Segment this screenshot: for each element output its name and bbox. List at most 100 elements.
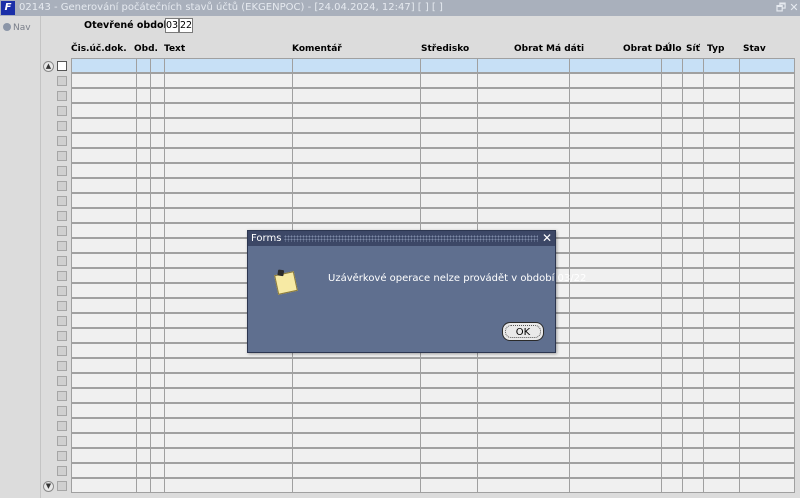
cell-comment[interactable] [292,358,421,373]
cell-extra[interactable] [150,88,165,103]
cell-typ[interactable] [703,58,740,73]
cell-stav[interactable] [739,73,795,88]
cell-sit[interactable] [682,283,704,298]
cell-typ[interactable] [703,298,740,313]
sidebar-item-nav[interactable]: Nav [3,23,31,33]
cell-text[interactable] [164,208,293,223]
cell-stav[interactable] [739,238,795,253]
cell-doc[interactable] [71,388,137,403]
cell-ulo[interactable] [661,388,683,403]
cell-typ[interactable] [703,163,740,178]
cell-ulo[interactable] [661,373,683,388]
table-row[interactable] [71,88,795,103]
cell-debit[interactable] [477,388,570,403]
cell-doc[interactable] [71,313,137,328]
cell-stav[interactable] [739,268,795,283]
cell-comment[interactable] [292,433,421,448]
cell-debit[interactable] [477,88,570,103]
cell-stav[interactable] [739,103,795,118]
cell-comment[interactable] [292,178,421,193]
cell-obd[interactable] [136,328,151,343]
cell-doc[interactable] [71,148,137,163]
cell-typ[interactable] [703,118,740,133]
table-row[interactable] [71,433,795,448]
cell-typ[interactable] [703,88,740,103]
cell-text[interactable] [164,148,293,163]
cell-obd[interactable] [136,478,151,493]
cell-doc[interactable] [71,433,137,448]
row-select-checkbox[interactable] [57,166,67,176]
cell-doc[interactable] [71,448,137,463]
cell-debit[interactable] [477,463,570,478]
cell-sit[interactable] [682,118,704,133]
table-row[interactable] [71,193,795,208]
row-select-checkbox[interactable] [57,91,67,101]
cell-center[interactable] [420,388,478,403]
cell-doc[interactable] [71,283,137,298]
cell-sit[interactable] [682,253,704,268]
cell-stav[interactable] [739,418,795,433]
cell-credit[interactable] [569,463,662,478]
cell-credit[interactable] [569,448,662,463]
cell-doc[interactable] [71,73,137,88]
cell-center[interactable] [420,448,478,463]
cell-obd[interactable] [136,268,151,283]
table-row[interactable] [71,388,795,403]
cell-ulo[interactable] [661,88,683,103]
cell-extra[interactable] [150,163,165,178]
period-month-field[interactable]: 03 [165,18,179,33]
cell-obd[interactable] [136,463,151,478]
cell-sit[interactable] [682,478,704,493]
cell-extra[interactable] [150,373,165,388]
cell-doc[interactable] [71,253,137,268]
cell-extra[interactable] [150,58,165,73]
cell-comment[interactable] [292,448,421,463]
cell-center[interactable] [420,178,478,193]
cell-comment[interactable] [292,388,421,403]
cell-obd[interactable] [136,178,151,193]
cell-ulo[interactable] [661,58,683,73]
cell-extra[interactable] [150,343,165,358]
table-row[interactable] [71,373,795,388]
cell-credit[interactable] [569,118,662,133]
cell-comment[interactable] [292,58,421,73]
cell-obd[interactable] [136,253,151,268]
cell-ulo[interactable] [661,73,683,88]
cell-text[interactable] [164,178,293,193]
cell-doc[interactable] [71,268,137,283]
table-row[interactable] [71,118,795,133]
cell-doc[interactable] [71,88,137,103]
row-select-checkbox[interactable] [57,181,67,191]
row-select-checkbox[interactable] [57,316,67,326]
cell-sit[interactable] [682,328,704,343]
cell-typ[interactable] [703,208,740,223]
cell-stav[interactable] [739,118,795,133]
cell-comment[interactable] [292,193,421,208]
table-row[interactable] [71,178,795,193]
cell-center[interactable] [420,433,478,448]
cell-credit[interactable] [569,283,662,298]
cell-center[interactable] [420,73,478,88]
row-select-checkbox[interactable] [57,76,67,86]
cell-doc[interactable] [71,103,137,118]
row-select-checkbox[interactable] [57,466,67,476]
cell-comment[interactable] [292,208,421,223]
cell-doc[interactable] [71,238,137,253]
table-row[interactable] [71,73,795,88]
cell-doc[interactable] [71,343,137,358]
cell-obd[interactable] [136,223,151,238]
cell-ulo[interactable] [661,358,683,373]
cell-obd[interactable] [136,133,151,148]
cell-ulo[interactable] [661,283,683,298]
cell-sit[interactable] [682,133,704,148]
cell-center[interactable] [420,88,478,103]
row-select-checkbox[interactable] [57,106,67,116]
cell-ulo[interactable] [661,463,683,478]
row-select-checkbox[interactable] [57,121,67,131]
row-select-checkbox[interactable] [57,451,67,461]
cell-debit[interactable] [477,193,570,208]
cell-debit[interactable] [477,448,570,463]
cell-sit[interactable] [682,58,704,73]
cell-extra[interactable] [150,103,165,118]
cell-extra[interactable] [150,133,165,148]
